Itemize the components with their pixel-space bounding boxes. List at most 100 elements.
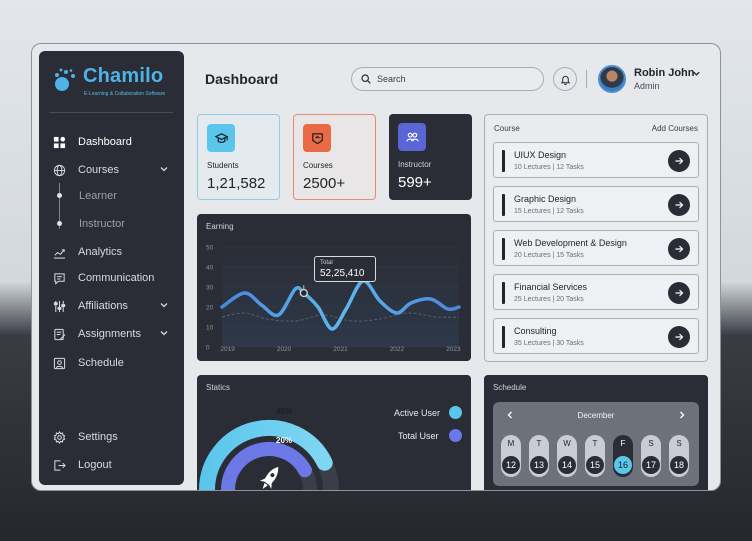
stat-value: 599+: [398, 174, 432, 191]
avatar[interactable]: [598, 65, 626, 93]
course-accent-bar: [502, 326, 505, 348]
search-icon: [361, 74, 371, 84]
x-tick-label: 2020: [277, 346, 292, 353]
notification-button[interactable]: [553, 67, 577, 91]
course-item[interactable]: Web Development & Design 20 Lectures | 1…: [493, 230, 699, 266]
legend-total-user: Total User: [398, 431, 439, 441]
grid-icon: [51, 134, 67, 150]
day-letter: T: [536, 439, 542, 448]
sidebar-item-label: Communication: [78, 272, 155, 284]
stat-value: 2500+: [303, 175, 346, 192]
calendar-day[interactable]: T 15: [585, 435, 605, 477]
course-accent-bar: [502, 282, 505, 304]
sidebar-item-label: Courses: [78, 164, 119, 176]
sidebar-item-label: Analytics: [78, 246, 123, 258]
chevron-down-icon[interactable]: [692, 69, 701, 78]
calendar-month: December: [577, 411, 615, 420]
day-number: 12: [502, 456, 520, 474]
sidebar-item-label: Settings: [78, 431, 118, 443]
sidebar-item-communication[interactable]: Communication: [51, 268, 173, 288]
chevron-down-icon: [160, 331, 168, 336]
course-panel-title: Course: [494, 124, 520, 133]
day-number: 17: [642, 456, 660, 474]
open-course-button[interactable]: [668, 238, 690, 260]
calendar: December M 12 T 13 W 14 T 15 F 16 S 17 S 18: [493, 402, 699, 486]
arrow-right-icon: [675, 245, 684, 253]
rocket-icon: [259, 466, 279, 490]
calendar-day[interactable]: M 12: [501, 435, 521, 477]
stat-card-courses[interactable]: Courses 2500+: [293, 114, 376, 200]
arrow-right-icon: [675, 157, 684, 165]
course-meta: 35 Lectures | 30 Tasks: [514, 340, 584, 347]
open-course-button[interactable]: [668, 194, 690, 216]
sidebar-subitem-learner[interactable]: Learner: [79, 187, 117, 205]
sidebar-item-label: Logout: [78, 459, 112, 471]
legend-active-user: Active User: [394, 408, 441, 418]
open-course-button[interactable]: [668, 326, 690, 348]
calendar-day[interactable]: T 13: [529, 435, 549, 477]
sidebar-item-logout[interactable]: Logout: [51, 455, 173, 475]
user-name[interactable]: Robin John: [634, 67, 695, 79]
course-meta: 15 Lectures | 12 Tasks: [514, 208, 584, 215]
sidebar-item-affiliations[interactable]: Affiliations: [51, 296, 173, 316]
sidebar-item-schedule[interactable]: Schedule: [51, 353, 173, 373]
calendar-day[interactable]: S 17: [641, 435, 661, 477]
stat-card-students[interactable]: Students 1,21,582: [197, 114, 280, 200]
course-name: UIUX Design: [514, 150, 567, 160]
statics-panel: Statics 45% 20% Active User Total User: [197, 375, 471, 490]
active-user-percent: 45%: [276, 407, 293, 416]
page-title: Dashboard: [205, 71, 279, 87]
calendar-day[interactable]: W 14: [557, 435, 577, 477]
calendar-day[interactable]: S 18: [669, 435, 689, 477]
open-course-button[interactable]: [668, 150, 690, 172]
y-tick-label: 50: [206, 245, 214, 252]
tooltip-marker: [299, 288, 308, 298]
total-user-arc: [221, 442, 312, 490]
course-name: Graphic Design: [514, 194, 577, 204]
app-window: Chamilo E-Learning & Collaboration Softw…: [31, 43, 721, 491]
course-meta: 10 Lectures | 12 Tasks: [514, 164, 584, 171]
courses-icon: [303, 124, 331, 152]
total-user-percent: 20%: [276, 436, 293, 445]
day-letter: S: [648, 439, 654, 448]
stat-label: Courses: [303, 161, 333, 170]
course-item[interactable]: Financial Services 25 Lectures | 20 Task…: [493, 274, 699, 310]
sidebar-item-settings[interactable]: Settings: [51, 427, 173, 447]
stat-value: 1,21,582: [207, 175, 266, 192]
stat-label: Instructor: [398, 160, 432, 169]
course-accent-bar: [502, 194, 505, 216]
header-divider: [586, 70, 587, 88]
legend-dot-active: [449, 406, 462, 419]
search-input[interactable]: Search: [351, 67, 544, 91]
course-item[interactable]: UIUX Design 10 Lectures | 12 Tasks: [493, 142, 699, 178]
sidebar-item-label: Affiliations: [78, 300, 128, 312]
brand-name: Chamilo: [83, 65, 164, 87]
sidebar-item-label: Dashboard: [78, 136, 132, 148]
day-number: 15: [586, 456, 604, 474]
sidebar-item-dashboard[interactable]: Dashboard: [51, 132, 173, 152]
calendar-day-selected[interactable]: F 16: [613, 435, 633, 477]
course-item[interactable]: Graphic Design 15 Lectures | 12 Tasks: [493, 186, 699, 222]
day-letter: F: [620, 439, 626, 448]
open-course-button[interactable]: [668, 282, 690, 304]
course-meta: 25 Lectures | 20 Tasks: [514, 296, 584, 303]
x-tick-label: 2021: [333, 346, 348, 353]
sidebar-item-assignments[interactable]: Assignments: [51, 324, 173, 344]
sidebar-item-courses[interactable]: Courses: [51, 160, 173, 180]
assignments-icon: [51, 326, 67, 342]
chamilo-logo-icon: [55, 68, 75, 91]
students-icon: [207, 124, 235, 152]
course-meta: 20 Lectures | 15 Tasks: [514, 252, 584, 259]
sidebar-item-label: Schedule: [78, 357, 124, 369]
analytics-icon: [51, 244, 67, 260]
stat-card-instructor[interactable]: Instructor 599+: [389, 114, 472, 200]
add-courses-link[interactable]: Add Courses: [652, 124, 698, 133]
next-month-button[interactable]: [675, 408, 689, 422]
sidebar-item-analytics[interactable]: Analytics: [51, 242, 173, 262]
search-placeholder: Search: [377, 74, 406, 84]
earning-chart[interactable]: 0 10 20 30 40 50 2019 2020 2021 2022 2023: [197, 214, 471, 361]
brand-logo[interactable]: Chamilo E-Learning & Collaboration Softw…: [53, 65, 175, 101]
chevron-down-icon: [160, 303, 168, 308]
sidebar-subitem-instructor[interactable]: Instructor: [79, 215, 125, 233]
course-item[interactable]: Consulting 35 Lectures | 30 Tasks: [493, 318, 699, 354]
